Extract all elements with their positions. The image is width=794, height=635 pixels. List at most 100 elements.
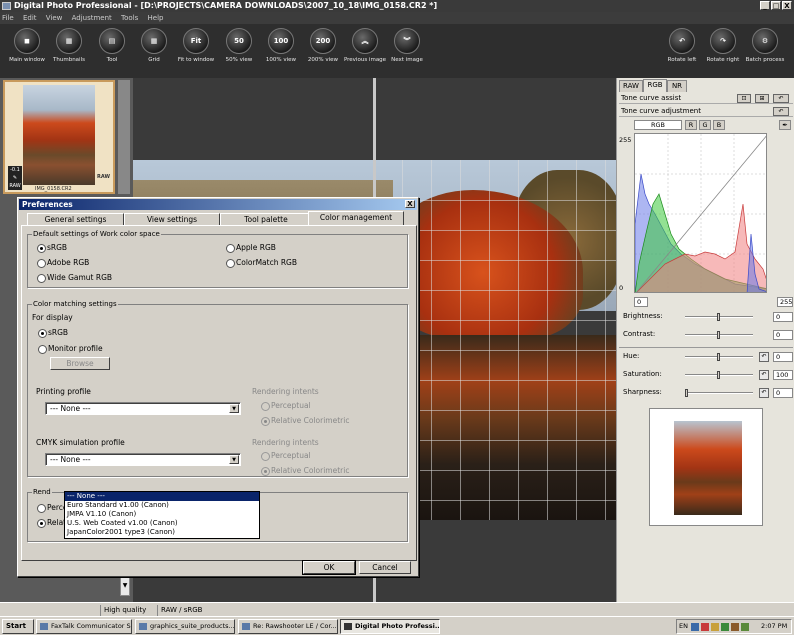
minimize-button[interactable]: _ — [760, 1, 770, 10]
main-window-label: Main window — [9, 57, 45, 63]
contrast-field[interactable]: 0 — [773, 330, 793, 340]
tool-button[interactable]: ▤ Tool — [89, 28, 135, 63]
tone-reset-icon[interactable]: ↶ — [773, 107, 789, 116]
saturation-reset-icon[interactable]: ↶ — [759, 370, 769, 380]
zoom-50-button[interactable]: 50 50% view — [216, 28, 262, 63]
menu-tools[interactable]: Tools — [121, 14, 138, 22]
menu-help[interactable]: Help — [148, 14, 164, 22]
tone-curve-histogram[interactable] — [634, 133, 767, 293]
contrast-slider-thumb[interactable] — [717, 331, 720, 339]
thumbnail-scrollbar[interactable] — [118, 80, 130, 194]
dialog-close-icon[interactable]: X — [405, 200, 415, 208]
sharpness-slider-thumb[interactable] — [685, 389, 688, 397]
previous-image-button[interactable]: ︽ Previous image — [342, 28, 388, 63]
tab-rgb[interactable]: RGB — [643, 79, 667, 92]
brightness-slider[interactable] — [685, 313, 753, 321]
input-low-field[interactable]: 0 — [634, 297, 648, 307]
fit-to-window-button[interactable]: Fit Fit to window — [173, 28, 219, 63]
tray-volume-icon[interactable] — [731, 623, 739, 631]
tray-network-icon[interactable] — [711, 623, 719, 631]
tray-z-icon[interactable] — [691, 623, 699, 631]
maximize-button[interactable]: □ — [771, 1, 781, 10]
grid-button[interactable]: ▦ Grid — [131, 28, 177, 63]
task-graphics-suite[interactable]: graphics_suite_products... — [135, 619, 235, 634]
radio-print-perceptual[interactable]: Perceptual — [261, 401, 311, 411]
thumbnails-button[interactable]: ▦ Thumbnails — [46, 28, 92, 63]
zoom-200-button[interactable]: 200 200% view — [300, 28, 346, 63]
saturation-field[interactable]: 100 — [773, 370, 793, 380]
scroll-down-arrow-icon[interactable]: ▼ — [120, 576, 130, 596]
tray-antivirus-icon[interactable] — [701, 623, 709, 631]
sharpness-field[interactable]: 0 — [773, 388, 793, 398]
dropdown-option-jmpa[interactable]: JMPA V1.10 (Canon) — [65, 510, 259, 519]
hue-slider-thumb[interactable] — [717, 353, 720, 361]
rotate-left-button[interactable]: ↶ Rotate left — [659, 28, 705, 63]
radio-adobe-rgb[interactable]: Adobe RGB — [37, 258, 89, 268]
cmyk-profile-select[interactable]: --- None --- ▼ — [45, 453, 241, 466]
main-window-button[interactable]: ◼ Main window — [4, 28, 50, 63]
dropdown-option-japancolor[interactable]: JapanColor2001 type3 (Canon) — [65, 528, 259, 537]
curve-reset-icon[interactable]: ↶ — [773, 94, 789, 103]
channel-r[interactable]: R — [685, 120, 697, 130]
input-high-field[interactable]: 255 — [777, 297, 793, 307]
dropdown-option-euro-standard[interactable]: Euro Standard v1.00 (Canon) — [65, 501, 259, 510]
contrast-slider[interactable] — [685, 331, 753, 339]
saturation-slider[interactable] — [685, 371, 753, 379]
radio-cmyk-relative[interactable]: Relative Colorimetric — [261, 466, 349, 476]
task-faxtalk[interactable]: FaxTalk Communicator SE — [36, 619, 132, 634]
radio-monitor-profile[interactable]: Monitor profile — [38, 344, 103, 354]
radio-print-relative[interactable]: Relative Colorimetric — [261, 416, 349, 426]
brightness-slider-thumb[interactable] — [717, 313, 720, 321]
channel-rgb[interactable]: RGB — [634, 120, 682, 130]
eyedropper-icon[interactable]: ✒ — [779, 120, 791, 130]
task-rawshooter[interactable]: Re: Rawshooter LE / Cor... — [238, 619, 338, 634]
menu-adjustment[interactable]: Adjustment — [72, 14, 112, 22]
radio-colormatch-rgb[interactable]: ColorMatch RGB — [226, 258, 297, 268]
tab-nr[interactable]: NR — [667, 80, 687, 92]
tab-tool-palette[interactable]: Tool palette — [220, 213, 312, 225]
hue-field[interactable]: 0 — [773, 352, 793, 362]
ok-button[interactable]: OK — [303, 561, 355, 574]
close-button[interactable]: X — [782, 1, 792, 10]
navigator-preview[interactable] — [649, 408, 763, 526]
sharpness-slider[interactable] — [685, 389, 753, 397]
saturation-slider-thumb[interactable] — [717, 371, 720, 379]
menu-edit[interactable]: Edit — [23, 14, 37, 22]
tray-app-icon[interactable] — [741, 623, 749, 631]
thumbnail-item[interactable]: -0.1 ✎ RAW RAW IMG_0158.CR2 — [3, 80, 115, 194]
start-button[interactable]: Start — [2, 619, 34, 634]
tray-update-icon[interactable] — [721, 623, 729, 631]
zoom-100-button[interactable]: 100 100% view — [258, 28, 304, 63]
sharpness-reset-icon[interactable]: ↶ — [759, 388, 769, 398]
cmyk-profile-label: CMYK simulation profile — [36, 438, 125, 447]
batch-process-button[interactable]: ⚙ Batch process — [742, 28, 788, 63]
radio-apple-rgb[interactable]: Apple RGB — [226, 243, 276, 253]
brightness-field[interactable]: 0 — [773, 312, 793, 322]
menu-file[interactable]: File — [2, 14, 14, 22]
hue-reset-icon[interactable]: ↶ — [759, 352, 769, 362]
dropdown-option-none[interactable]: --- None --- — [65, 492, 259, 501]
printing-profile-select[interactable]: --- None --- ▼ — [45, 402, 241, 415]
auto-curve-icon[interactable]: ⊡ — [737, 94, 751, 103]
tab-raw[interactable]: RAW — [619, 80, 643, 92]
thumbnail-raw-label: RAW — [97, 174, 111, 180]
hue-slider[interactable] — [685, 353, 753, 361]
rotate-right-button[interactable]: ↷ Rotate right — [700, 28, 746, 63]
dropdown-option-us-web-coated[interactable]: U.S. Web Coated v1.00 (Canon) — [65, 519, 259, 528]
channel-g[interactable]: G — [699, 120, 711, 130]
custom-curve-icon[interactable]: ⊞ — [755, 94, 769, 103]
browse-button[interactable]: Browse — [50, 357, 110, 370]
radio-srgb[interactable]: sRGB — [37, 243, 67, 253]
tab-general-settings[interactable]: General settings — [27, 213, 124, 225]
radio-wide-gamut-rgb[interactable]: Wide Gamut RGB — [37, 273, 112, 283]
tab-color-management[interactable]: Color management — [308, 211, 404, 225]
language-indicator[interactable]: EN — [679, 620, 688, 633]
radio-display-srgb[interactable]: sRGB — [38, 328, 68, 338]
cancel-button[interactable]: Cancel — [359, 561, 411, 574]
task-dpp[interactable]: Digital Photo Professi... — [340, 619, 440, 634]
tab-view-settings[interactable]: View settings — [124, 213, 220, 225]
channel-b[interactable]: B — [713, 120, 725, 130]
next-image-button[interactable]: ︾ Next image — [384, 28, 430, 63]
radio-cmyk-perceptual[interactable]: Perceptual — [261, 451, 311, 461]
menu-view[interactable]: View — [46, 14, 63, 22]
